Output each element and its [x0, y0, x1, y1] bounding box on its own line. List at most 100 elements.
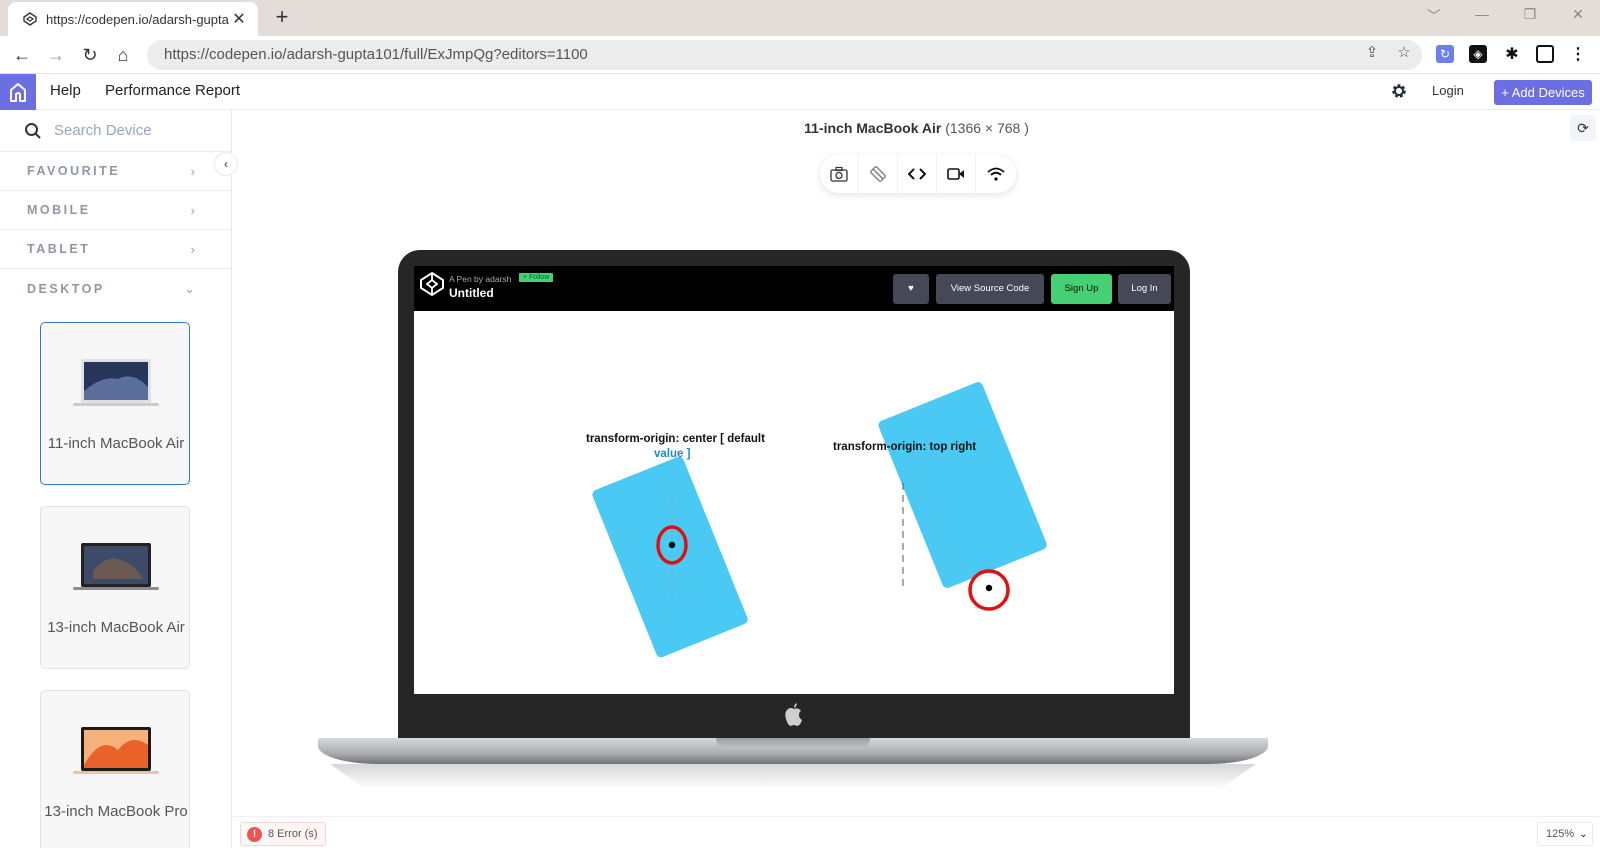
category-label: FAVOURITE [27, 164, 121, 178]
url-input[interactable]: https://codepen.io/adarsh-gupta101/full/… [147, 40, 1422, 70]
restore-icon[interactable]: ❐ [1518, 6, 1542, 23]
errors-badge[interactable]: ! 8 Error (s) [240, 822, 326, 846]
app-header: Help Performance Report Login + Add Devi… [0, 74, 1600, 110]
home-icon[interactable]: ⌂ [111, 43, 135, 67]
device-name: 13-inch MacBook Air [47, 619, 185, 636]
chevron-down-icon: ⌄ [1579, 828, 1588, 840]
sign-up-button[interactable]: Sign Up [1051, 274, 1112, 304]
share-icon[interactable]: ⇪ [1363, 43, 1381, 61]
zoom-select[interactable]: 125% ⌄ [1537, 822, 1593, 846]
demo-left-label-2: value ] [654, 448, 691, 460]
device-card-11-macbook-air[interactable]: 11-inch MacBook Air [40, 322, 190, 485]
new-tab-button[interactable]: + [270, 4, 294, 32]
close-window-icon[interactable]: ✕ [1566, 6, 1590, 23]
pen-title: Untitled [449, 286, 494, 300]
extension-lt-icon[interactable]: ↻ [1436, 45, 1454, 63]
view-source-button[interactable]: View Source Code [936, 274, 1044, 304]
device-resolution: (1366 × 768 ) [945, 120, 1029, 136]
reload-icon[interactable]: ↻ [78, 43, 102, 67]
settings-gear-icon[interactable] [1390, 82, 1410, 102]
extensions-puzzle-icon[interactable]: ✱ [1503, 45, 1521, 63]
category-label: MOBILE [27, 203, 91, 217]
collapse-sidebar-button[interactable]: ‹ [214, 152, 238, 176]
chevron-down-icon: ⌄ [184, 280, 195, 296]
device-sidebar: Search Device FAVOURITE › MOBILE › TABLET ›… [0, 110, 232, 848]
error-icon: ! [247, 826, 262, 842]
search-icon [25, 122, 41, 139]
screenshot-button[interactable] [820, 155, 859, 193]
codepen-favicon-icon [22, 11, 38, 27]
rotate-icon [870, 166, 886, 182]
add-devices-button[interactable]: + Add Devices [1494, 80, 1592, 105]
menu-icon[interactable]: ⋮ [1569, 45, 1587, 63]
category-label: DESKTOP [27, 281, 105, 296]
wifi-icon [986, 167, 1005, 181]
camera-icon [830, 166, 848, 182]
code-button[interactable] [898, 155, 937, 193]
device-screen: A Pen by adarsh + Follow Untitled ♥ View… [414, 266, 1174, 694]
macbook-air-11-thumbnail [73, 359, 159, 406]
laptop-notch [716, 738, 870, 749]
nav-help[interactable]: Help [50, 82, 81, 99]
tab-title: https://codepen.io/adarsh-gupta [46, 11, 229, 27]
tab-close-icon[interactable]: ✕ [230, 9, 248, 29]
category-mobile[interactable]: MOBILE › [0, 191, 231, 230]
errors-count: 8 Error (s) [268, 828, 318, 840]
category-tablet[interactable]: TABLET › [0, 230, 231, 269]
demo-right-origin-dot [985, 584, 993, 592]
side-panel-icon[interactable] [1536, 45, 1554, 63]
laptop-shadow [330, 764, 1256, 790]
like-button[interactable]: ♥ [893, 274, 929, 304]
home-icon [10, 83, 26, 102]
minimize-icon[interactable]: — [1470, 6, 1494, 22]
login-link[interactable]: Login [1432, 83, 1464, 98]
apple-logo-icon [785, 703, 802, 726]
device-search[interactable]: Search Device [0, 110, 231, 152]
browser-tabstrip: https://codepen.io/adarsh-gupta ✕ + ﹀ — … [0, 0, 1600, 36]
status-bar: ! 8 Error (s) 125% ⌄ [233, 816, 1600, 848]
macbook-pro-13-thumbnail [73, 727, 159, 774]
sync-rotate-button[interactable]: ⟳ [1570, 115, 1596, 141]
category-desktop[interactable]: DESKTOP ⌄ [0, 269, 231, 308]
transform-origin-demo: transform-origin: center [ default value… [586, 382, 1047, 658]
demo-left-label-1: transform-origin: center [ default [586, 433, 765, 445]
follow-button[interactable]: + Follow [519, 273, 554, 282]
record-video-button[interactable] [937, 155, 976, 193]
device-title-name: 11-inch MacBook Air [804, 120, 942, 136]
demo-right-label: transform-origin: top right [833, 441, 976, 453]
tab-search-icon[interactable]: ﹀ [1422, 6, 1446, 26]
device-card-13-macbook-air[interactable]: 13-inch MacBook Air [40, 506, 190, 669]
rotate-device-button[interactable] [859, 155, 898, 193]
chevron-left-icon: ‹ [224, 157, 228, 171]
extension-codepen-icon[interactable]: ◈ [1469, 45, 1487, 63]
back-icon[interactable]: ← [10, 43, 34, 67]
macbook-air-13-thumbnail [73, 543, 159, 590]
chevron-right-icon: › [190, 163, 195, 179]
search-device-input[interactable]: Search Device [54, 122, 152, 139]
log-in-button[interactable]: Log In [1118, 274, 1171, 304]
codepen-logo-icon[interactable] [419, 271, 445, 297]
browser-tab[interactable]: https://codepen.io/adarsh-gupta ✕ [8, 2, 258, 36]
pen-author[interactable]: A Pen by adarsh [449, 274, 511, 284]
codepen-header: A Pen by adarsh + Follow Untitled ♥ View… [414, 266, 1174, 311]
chevron-right-icon: › [190, 202, 195, 218]
home-button[interactable] [0, 74, 36, 110]
demo-left-origin-dot [668, 541, 676, 549]
refresh-icon: ⟳ [1577, 119, 1589, 136]
bookmark-star-icon[interactable]: ☆ [1395, 43, 1413, 61]
address-bar-row: ← → ↻ ⌂ https://codepen.io/adarsh-gupta1… [0, 36, 1600, 74]
category-favourite[interactable]: FAVOURITE › [0, 152, 231, 191]
forward-icon[interactable]: → [44, 43, 68, 67]
video-icon [947, 168, 964, 180]
device-name: 13-inch MacBook Pro [44, 803, 188, 820]
chevron-right-icon: › [190, 241, 195, 257]
device-title: 11-inch MacBook Air (1366 × 768 ) [233, 120, 1600, 136]
demo-left-box [592, 456, 748, 658]
heart-icon: ♥ [908, 283, 914, 294]
zoom-value: 125% [1546, 828, 1575, 840]
device-name: 11-inch MacBook Air [47, 435, 185, 452]
network-button[interactable] [976, 155, 1015, 193]
nav-performance-report[interactable]: Performance Report [105, 82, 240, 99]
code-icon [908, 168, 926, 180]
device-card-13-macbook-pro[interactable]: 13-inch MacBook Pro [40, 690, 190, 848]
